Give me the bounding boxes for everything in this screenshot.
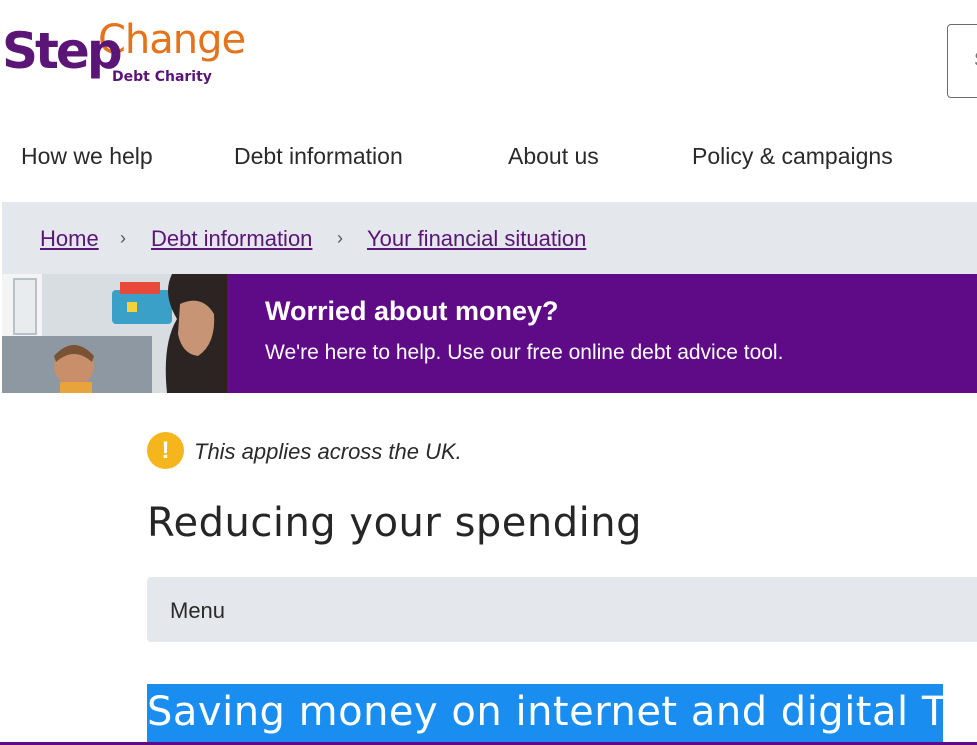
- nav-how-we-help[interactable]: How we help: [21, 143, 153, 170]
- debt-advice-banner[interactable]: Worried about money? We're here to help.…: [2, 274, 977, 393]
- banner-title: Worried about money?: [265, 296, 559, 326]
- logo-step-text: Step: [2, 22, 123, 80]
- page-title: Reducing your spending: [147, 500, 643, 546]
- banner-photo-illustration: [2, 274, 227, 393]
- search-input[interactable]: S: [947, 24, 977, 98]
- section-heading: Saving money on internet and digital TV: [147, 684, 974, 745]
- menu-label: Menu: [170, 598, 226, 623]
- nav-about-us[interactable]: About us: [508, 143, 599, 170]
- nav-debt-information[interactable]: Debt information: [234, 143, 403, 170]
- main-nav: How we help Debt information About us Po…: [0, 143, 977, 175]
- banner-photo: [2, 274, 227, 393]
- logo-subtitle: Debt Charity: [112, 69, 212, 85]
- breadcrumb-home[interactable]: Home: [40, 226, 99, 252]
- logo-change-text: Change: [98, 17, 246, 63]
- stepchange-logo[interactable]: Change Step Debt Charity: [2, 18, 262, 93]
- banner-subtitle: We're here to help. Use our free online …: [265, 341, 784, 364]
- breadcrumb-separator: ›: [120, 228, 126, 248]
- menu-toggle[interactable]: Menu: [147, 577, 977, 642]
- nav-policy-campaigns[interactable]: Policy & campaigns: [692, 143, 893, 170]
- warning-icon: !: [147, 432, 184, 469]
- breadcrumb: Home › Debt information › Your financial…: [2, 202, 977, 274]
- breadcrumb-financial-situation[interactable]: Your financial situation: [367, 226, 586, 252]
- breadcrumb-debt-information[interactable]: Debt information: [151, 226, 312, 252]
- breadcrumb-separator: ›: [337, 228, 343, 248]
- section-heading-text: Saving money on internet and digital TV: [147, 689, 975, 735]
- notice-text: This applies across the UK.: [194, 439, 462, 464]
